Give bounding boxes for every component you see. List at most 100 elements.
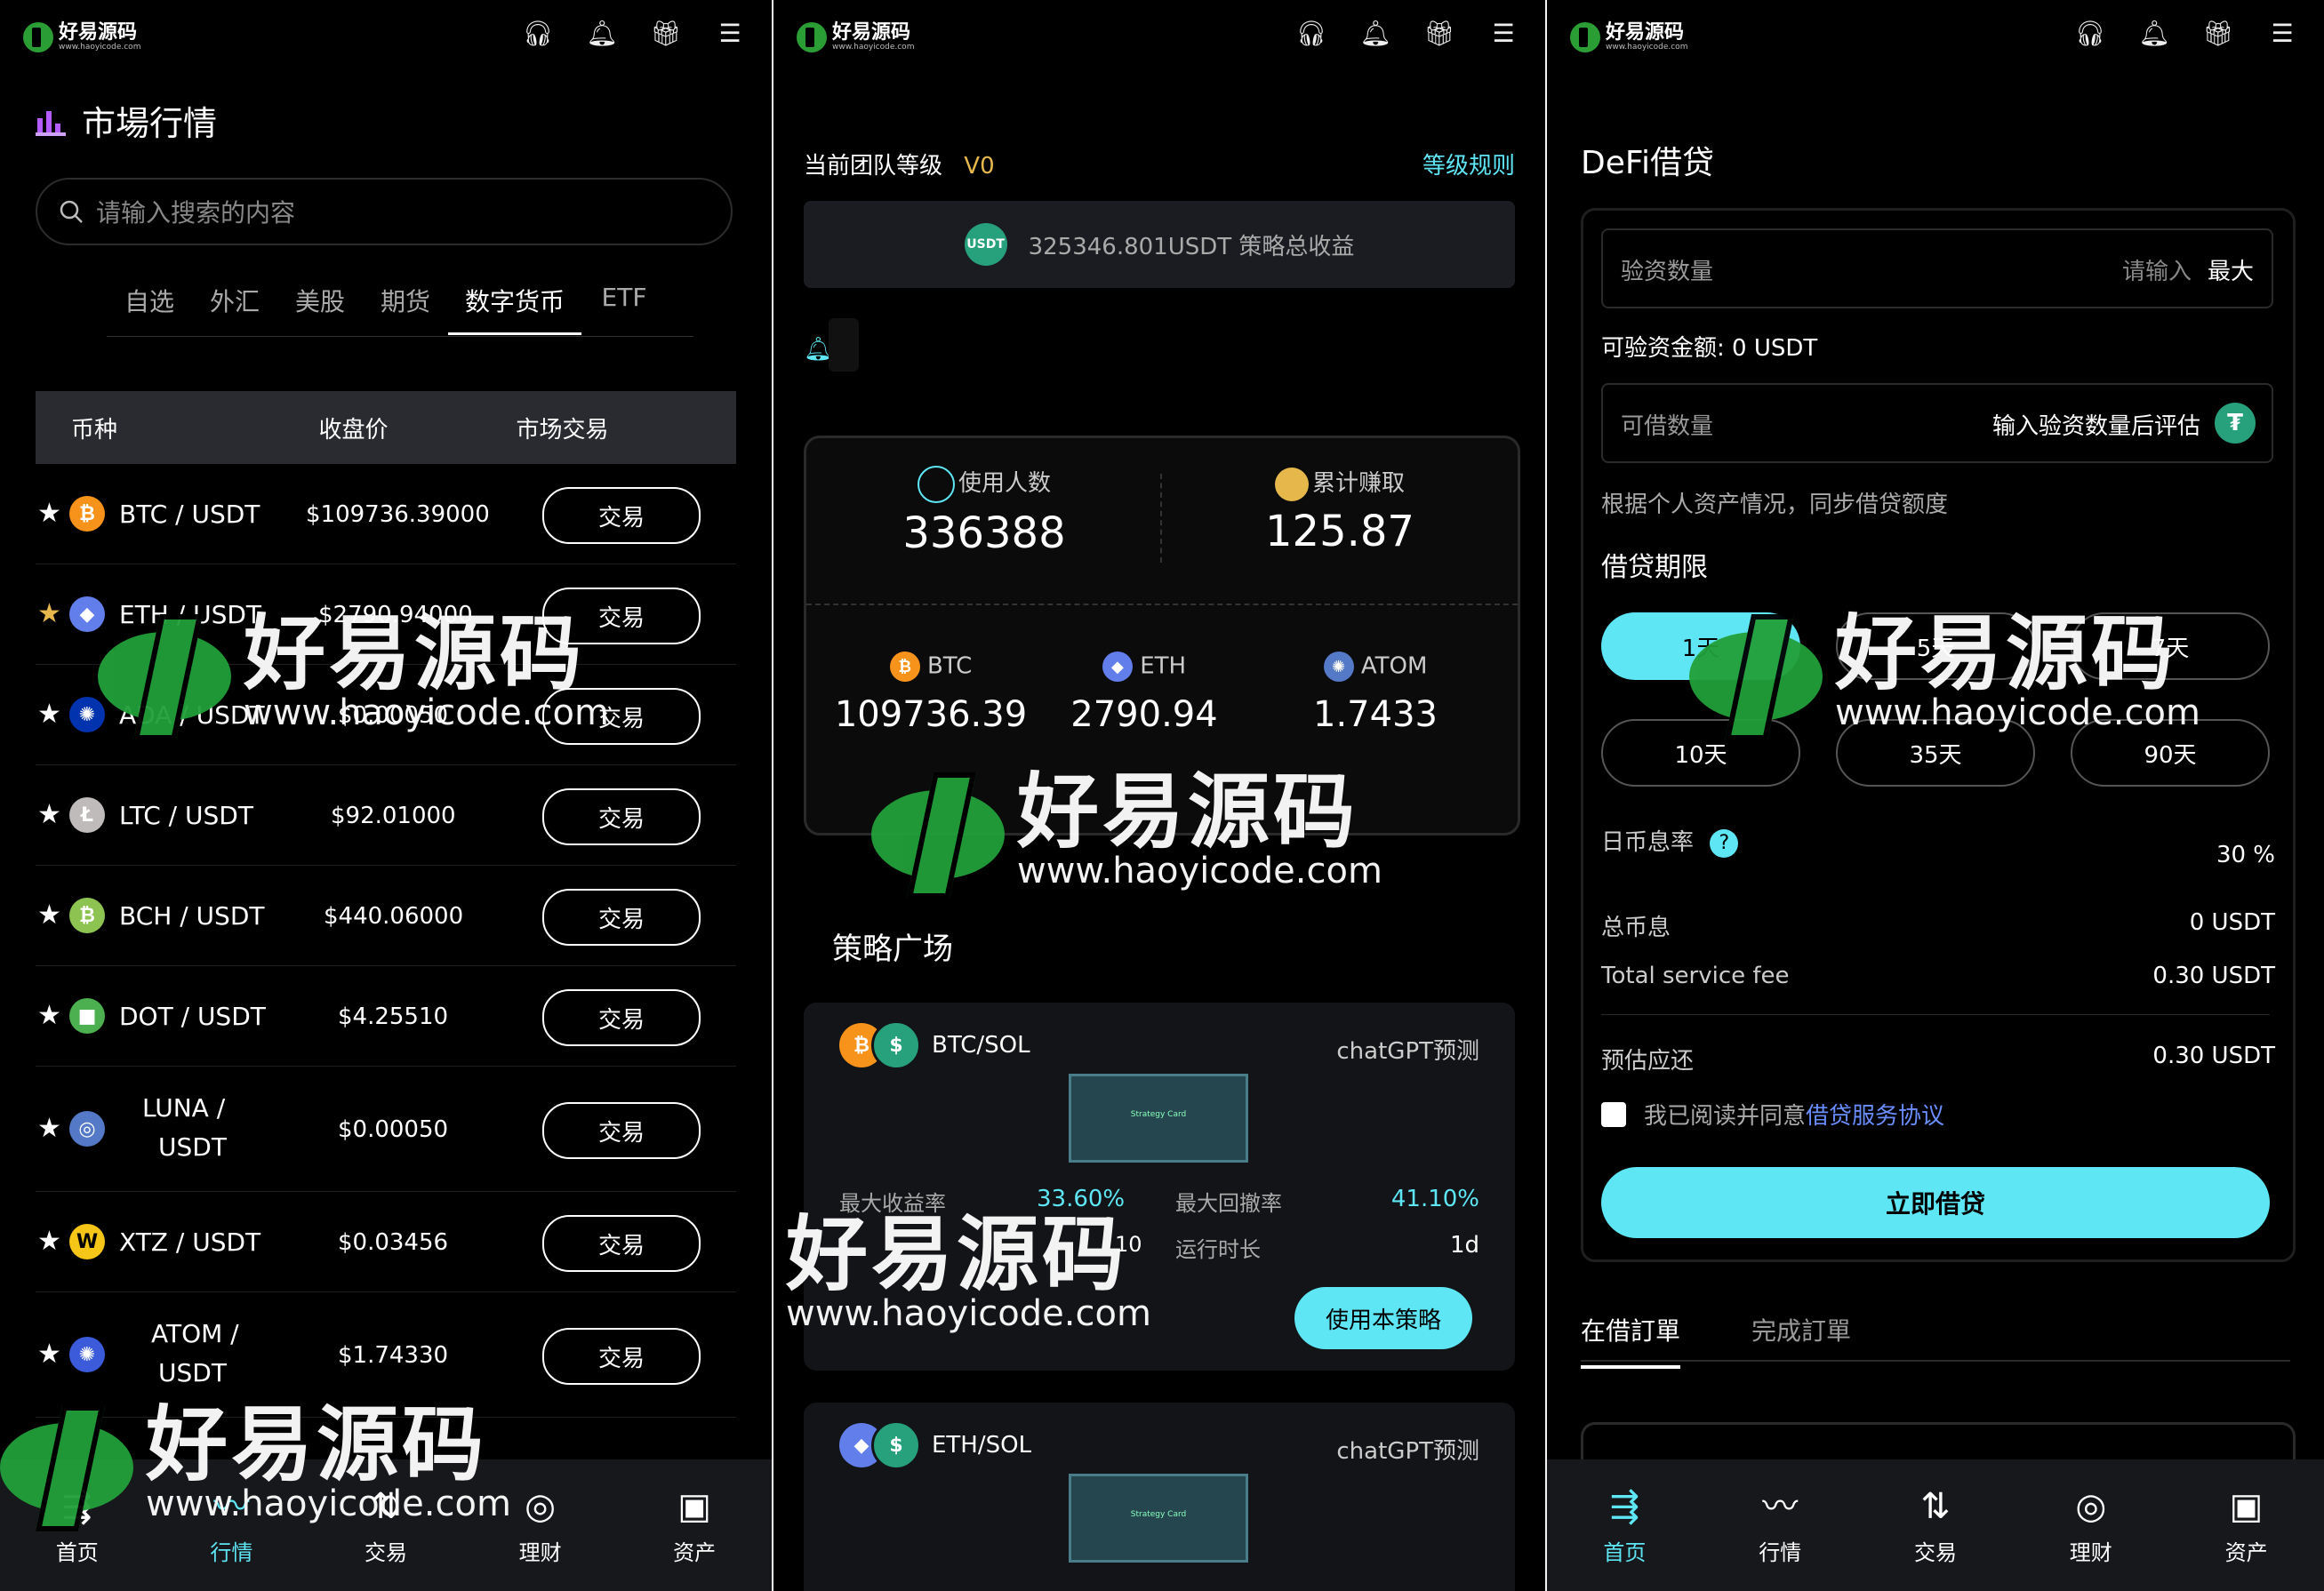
table-row[interactable]: ★ Ł LTC / USDT $92.01000 交易: [36, 765, 736, 866]
star-icon[interactable]: ★: [37, 799, 61, 830]
tab-etf[interactable]: ETF: [581, 283, 667, 335]
tab-crypto[interactable]: 数字货币: [448, 283, 581, 335]
nav-assets[interactable]: ▣ 资产: [673, 1485, 716, 1566]
trade-button[interactable]: 交易: [542, 1328, 701, 1385]
star-icon[interactable]: ★: [37, 498, 61, 529]
star-icon[interactable]: ★: [37, 598, 61, 629]
agree-checkbox[interactable]: [1601, 1101, 1626, 1127]
star-icon[interactable]: ★: [37, 1226, 61, 1257]
strategy-card[interactable]: ◆ $ ETH/SOL chatGPT预测 Strategy Card: [804, 1403, 1515, 1591]
tab-forex[interactable]: 外汇: [192, 283, 277, 335]
menu-icon[interactable]: ☰: [1488, 18, 1519, 48]
gift-icon[interactable]: 🎁︎: [650, 18, 682, 48]
trade-button[interactable]: 交易: [542, 788, 701, 845]
atom-coin-icon: ✺: [69, 1337, 105, 1372]
star-icon[interactable]: ★: [37, 699, 61, 730]
logo-mark-icon: [23, 22, 53, 52]
brand-logo: 好易源码 www.haoyicode.com: [1570, 18, 1687, 57]
menu-icon[interactable]: ☰: [2267, 18, 2297, 48]
term-option[interactable]: 7天: [2071, 612, 2270, 680]
star-icon[interactable]: ★: [37, 899, 61, 931]
star-icon[interactable]: ★: [37, 1339, 61, 1370]
term-title: 借贷期限: [1601, 552, 1708, 583]
bell-icon[interactable]: 🔔︎: [1359, 18, 1391, 48]
max-button[interactable]: 最大: [2208, 253, 2254, 286]
headset-icon[interactable]: 🎧︎: [2074, 18, 2106, 48]
market-tabs: 自选 外汇 美股 期货 数字货币 ETF: [107, 283, 667, 335]
tab-completed-orders[interactable]: 完成訂單: [1751, 1312, 1851, 1347]
bell-icon[interactable]: 🔔︎: [586, 18, 618, 48]
search-input[interactable]: 请输入搜索的内容: [36, 178, 733, 245]
tab-futures[interactable]: 期货: [363, 283, 448, 335]
headset-icon[interactable]: 🎧︎: [522, 18, 554, 48]
menu-icon[interactable]: ☰: [715, 18, 745, 48]
table-row[interactable]: ★ ₿ BTC / USDT $109736.39000 交易: [36, 464, 736, 564]
pair-name: BTC / USDT: [119, 500, 260, 529]
table-row[interactable]: ★ ✺ ATOM / USDT $1.74330 交易: [36, 1292, 736, 1418]
page-header: 市場行情: [36, 96, 217, 145]
dot-coin-icon: ■: [69, 998, 105, 1034]
tab-us-stocks[interactable]: 美股: [277, 283, 363, 335]
nav-home[interactable]: ⇶ 首页: [1603, 1485, 1646, 1566]
gift-icon[interactable]: 🎁︎: [1423, 18, 1455, 48]
trade-button[interactable]: 交易: [542, 989, 701, 1046]
trade-button[interactable]: 交易: [542, 487, 701, 544]
logo-mark-icon: [797, 22, 827, 52]
trade-button[interactable]: 交易: [542, 588, 701, 644]
pair-name: BCH / USDT: [119, 901, 265, 931]
star-icon[interactable]: ★: [37, 1000, 61, 1031]
term-option[interactable]: 35天: [1836, 719, 2035, 787]
pair-name-line1: ATOM /: [151, 1319, 239, 1348]
earned-label: 累计赚取: [1311, 470, 1405, 497]
term-option[interactable]: 90天: [2071, 719, 2270, 787]
borrow-note: 根据个人资产情况，同步借贷额度: [1601, 492, 1949, 518]
pair-name: DOT / USDT: [119, 1002, 266, 1031]
nav-market[interactable]: 〰行情: [210, 1485, 252, 1566]
trade-button[interactable]: 交易: [542, 688, 701, 745]
table-row[interactable]: ★ ₿ BCH / USDT $440.06000 交易: [36, 866, 736, 966]
borrow-now-button[interactable]: 立即借贷: [1601, 1167, 2270, 1238]
level-rules-link[interactable]: 等级规则: [1422, 148, 1515, 180]
logo-text: 好易源码: [1606, 21, 1685, 44]
strategy-card[interactable]: ₿ $ BTC/SOL chatGPT预测 Strategy Card 最大收益…: [804, 1003, 1515, 1371]
card-pair-name: BTC/SOL: [932, 1032, 1030, 1059]
headset-icon[interactable]: 🎧︎: [1295, 18, 1327, 48]
bell-icon[interactable]: 🔔︎: [2138, 18, 2170, 48]
pledge-input[interactable]: 验资数量 请输入 最大: [1601, 228, 2273, 308]
logo-sub: www.haoyicode.com: [1606, 43, 1688, 52]
table-row[interactable]: ★ ■ DOT / USDT $4.25510 交易: [36, 966, 736, 1067]
tab-favorites[interactable]: 自选: [107, 283, 192, 335]
term-option[interactable]: 1天: [1601, 612, 1800, 680]
coin-stat-btc: ₿ BTC 109736.39: [833, 652, 1029, 735]
nav-market[interactable]: 〰行情: [1759, 1485, 1801, 1566]
nav-finance[interactable]: ◎ 理财: [519, 1485, 562, 1566]
home-icon: ⇶: [62, 1485, 92, 1527]
dollar-coin-icon: $: [871, 1420, 921, 1470]
finance-icon: ◎: [2075, 1485, 2107, 1527]
agreement-link[interactable]: 借贷服务协议: [1806, 1103, 1944, 1130]
nav-home[interactable]: ⇶ 首页: [56, 1485, 99, 1566]
nav-trade[interactable]: ⇅ 交易: [365, 1485, 407, 1566]
table-row[interactable]: ★ ✺ ADA / USDT $0.00050 交易: [36, 665, 736, 765]
term-option[interactable]: 5天: [1836, 612, 2035, 680]
gift-icon[interactable]: 🎁︎: [2202, 18, 2234, 48]
trade-button[interactable]: 交易: [542, 889, 701, 946]
table-row[interactable]: ★ W XTZ / USDT $0.03456 交易: [36, 1192, 736, 1292]
nav-trade[interactable]: ⇅ 交易: [1914, 1485, 1957, 1566]
pair-name: ETH / USDT: [119, 600, 262, 629]
star-icon[interactable]: ★: [37, 1113, 61, 1144]
borrow-hint: 输入验资数量后评估: [1991, 413, 2200, 440]
nav-assets[interactable]: ▣ 资产: [2225, 1485, 2268, 1566]
use-strategy-button[interactable]: 使用本策略: [1294, 1287, 1472, 1349]
table-row[interactable]: ★ ◆ ETH / USDT $2790.94000 交易: [36, 564, 736, 665]
trade-button[interactable]: 交易: [542, 1102, 701, 1159]
table-row[interactable]: ★ ◎ LUNA / USDT $0.00050 交易: [36, 1067, 736, 1192]
luna-coin-icon: ◎: [69, 1111, 105, 1147]
swap-icon: ⇅: [371, 1485, 401, 1527]
page-title: DeFi借贷: [1581, 145, 1714, 181]
trade-button[interactable]: 交易: [542, 1215, 701, 1272]
nav-finance[interactable]: ◎ 理财: [2070, 1485, 2112, 1566]
borrow-input[interactable]: 可借数量 输入验资数量后评估 ₮: [1601, 383, 2273, 463]
term-option[interactable]: 10天: [1601, 719, 1800, 787]
help-icon[interactable]: ?: [1710, 828, 1739, 858]
